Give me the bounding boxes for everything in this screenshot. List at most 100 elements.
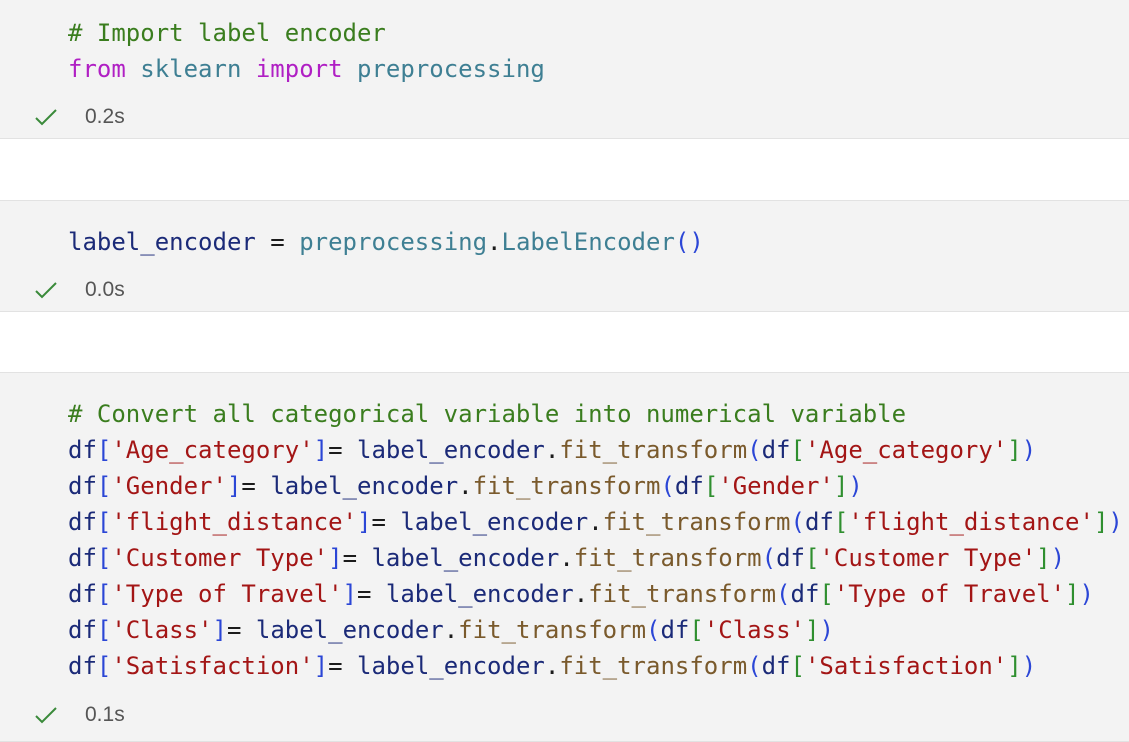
execution-time: 0.1s [85, 703, 125, 726]
code-token: ] [212, 616, 227, 644]
code-token: ) [819, 616, 834, 644]
code-token: ] [833, 472, 849, 500]
execution-status: 0.0s [34, 276, 125, 304]
code-token: ( [776, 580, 791, 608]
code-token: . [573, 580, 589, 608]
code-token: . [544, 436, 560, 464]
code-token: label_encoder [68, 228, 256, 256]
code-token: 'Gender' [111, 472, 227, 500]
code-token: ] [1036, 544, 1051, 572]
check-icon [34, 280, 58, 300]
code-token: df [68, 436, 97, 464]
code-editor[interactable]: label_encoder = preprocessing.LabelEncod… [68, 224, 704, 260]
code-token: fit_transform [472, 472, 661, 500]
code-editor[interactable]: # Import label encoder from sklearn impor… [68, 15, 545, 87]
code-token: [ [96, 580, 112, 608]
code-token: label_encoder [270, 472, 459, 500]
code-line: df['flight_distance']= label_encoder.fit… [68, 504, 1123, 540]
code-token: label_encoder [400, 508, 589, 536]
code-token: . [559, 544, 574, 572]
code-token: # Convert all categorical variable into … [68, 400, 907, 428]
code-token: 'Customer Type' [111, 544, 329, 572]
code-line: # Convert all categorical variable into … [68, 396, 1123, 432]
code-token: [ [96, 436, 112, 464]
code-token: 'Age_category' [804, 436, 1008, 464]
execution-status: 0.1s [34, 701, 125, 729]
code-token: ] [1093, 508, 1109, 536]
code-token: ] [313, 436, 329, 464]
code-token: ( [790, 508, 805, 536]
code-token: sklearn [140, 55, 242, 83]
check-icon [34, 107, 58, 127]
code-token: . [544, 652, 560, 680]
code-token: . [588, 508, 603, 536]
code-token: ) [1021, 436, 1037, 464]
code-line: df['Type of Travel']= label_encoder.fit_… [68, 576, 1123, 612]
code-token: [ [819, 580, 834, 608]
code-token: . [458, 472, 473, 500]
code-token: [ [703, 472, 719, 500]
code-token: 'Type of Travel' [111, 580, 343, 608]
code-line: from sklearn import preprocessing [68, 51, 545, 87]
code-line: df['Gender']= label_encoder.fit_transfor… [68, 468, 1123, 504]
code-token: df [68, 616, 97, 644]
code-token: fit_transform [602, 508, 791, 536]
code-token: [ [96, 652, 112, 680]
code-token: 'flight_distance' [848, 508, 1094, 536]
code-token: ) [1108, 508, 1123, 536]
code-token: [ [833, 508, 849, 536]
code-token: 'Satisfaction' [804, 652, 1008, 680]
code-token: label_encoder [357, 652, 545, 680]
code-token: [ [790, 652, 805, 680]
notebook-cell-3[interactable]: # Convert all categorical variable into … [0, 372, 1129, 742]
code-token: fit_transform [559, 652, 748, 680]
code-token: df [804, 508, 834, 536]
code-token: 'Customer Type' [819, 544, 1037, 572]
execution-time: 0.0s [85, 278, 125, 301]
code-line: df['Class']= label_encoder.fit_transform… [68, 612, 1123, 648]
code-token: [ [804, 544, 820, 572]
code-token: 'Age_category' [111, 436, 314, 464]
code-token: preprocessing [299, 228, 488, 256]
code-token: 'Gender' [718, 472, 834, 500]
code-token: 'Satisfaction' [111, 652, 314, 680]
code-token: = [342, 544, 372, 572]
notebook-cell-2[interactable]: label_encoder = preprocessing.LabelEncod… [0, 200, 1129, 312]
code-line: df['Satisfaction']= label_encoder.fit_tr… [68, 648, 1123, 684]
code-token: df [68, 652, 97, 680]
code-token: ] [328, 544, 343, 572]
code-token: [ [689, 616, 704, 644]
code-token: df [660, 616, 690, 644]
code-token: fit_transform [588, 580, 777, 608]
code-token: ] [1065, 580, 1080, 608]
code-token: 'Class' [111, 616, 213, 644]
code-token: [ [96, 544, 112, 572]
code-token: = [255, 228, 300, 256]
code-editor[interactable]: # Convert all categorical variable into … [68, 396, 1123, 684]
code-token: label_encoder [385, 580, 574, 608]
code-token: preprocessing [357, 55, 545, 83]
code-token: df [761, 436, 791, 464]
code-token: [ [96, 508, 112, 536]
code-token: df [790, 580, 820, 608]
code-line: label_encoder = preprocessing.LabelEncod… [68, 224, 704, 260]
code-token: = [328, 652, 358, 680]
code-token: df [68, 580, 97, 608]
code-token: import [255, 55, 343, 83]
code-token: label_encoder [255, 616, 444, 644]
code-token: fit_transform [559, 436, 748, 464]
code-token: ) [1021, 652, 1037, 680]
code-token: [ [790, 436, 805, 464]
code-token: ( [747, 652, 762, 680]
code-token: = [371, 508, 401, 536]
code-token: = [357, 580, 386, 608]
code-token: ) [1050, 544, 1066, 572]
code-token: LabelEncoder [501, 228, 675, 256]
code-token: ] [342, 580, 357, 608]
code-token: ( [747, 436, 762, 464]
notebook-cell-1[interactable]: # Import label encoder from sklearn impor… [0, 0, 1129, 139]
code-token: ) [848, 472, 863, 500]
